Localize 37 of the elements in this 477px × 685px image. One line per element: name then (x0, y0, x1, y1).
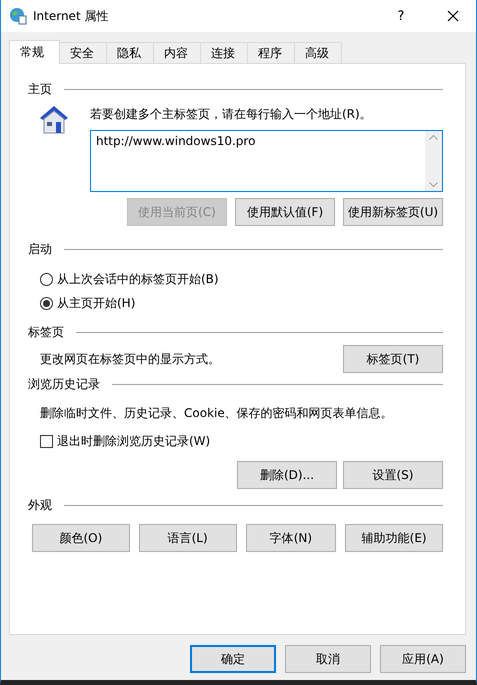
group-heading: 浏览历史记录 (28, 376, 100, 392)
globe-icon (9, 7, 27, 25)
radio-label: 从主页开始(H) (57, 294, 136, 312)
dialog-button[interactable]: 取消 (285, 645, 371, 673)
checkbox[interactable] (40, 434, 53, 448)
appearance-button[interactable]: 颜色(O) (32, 524, 130, 552)
group-heading: 标签页 (28, 324, 64, 340)
description-text: 删除临时文件、历史记录、Cookie、保存的密码和网页表单信息。 (40, 405, 394, 422)
scrollbar[interactable] (425, 131, 442, 191)
radio-label: 从上次会话中的标签页开始(B) (57, 270, 219, 288)
appearance-button[interactable]: 字体(N) (246, 524, 336, 552)
tab[interactable]: 高级 (294, 42, 342, 64)
group-heading: 外观 (28, 496, 52, 514)
scroll-down-icon (429, 182, 438, 187)
instruction-text: 若要创建多个主标签页，请在每行输入一个地址(R)。 (90, 106, 373, 123)
appearance-button[interactable]: 辅助功能(E) (345, 524, 444, 552)
help-button[interactable]: ? (378, 0, 424, 32)
tabs-button[interactable]: 标签页(T) (343, 345, 443, 373)
radio-button[interactable] (40, 272, 53, 286)
scroll-up-icon (429, 135, 438, 140)
tab[interactable]: 常规 (9, 40, 60, 64)
dialog-button[interactable]: 确定 (190, 645, 276, 673)
group-heading: 启动 (28, 240, 52, 258)
history-button[interactable]: 删除(D)... (237, 461, 337, 489)
checkbox-label: 退出时删除浏览历史记录(W) (57, 432, 210, 450)
home-page-button[interactable]: 使用新标签页(U) (343, 198, 443, 226)
description-text: 更改网页在标签页中的显示方式。 (40, 351, 220, 368)
dialog-button[interactable]: 应用(A) (380, 645, 466, 673)
house-icon (38, 104, 70, 134)
close-icon (447, 10, 459, 22)
window-title: Internet 属性 (33, 8, 110, 24)
history-button[interactable]: 设置(S) (343, 461, 443, 489)
radio-button[interactable] (40, 296, 53, 310)
address-field[interactable]: http://www.windows10.pro (90, 130, 443, 192)
home-page-button[interactable]: 使用默认值(F) (235, 198, 335, 226)
appearance-button[interactable]: 语言(L) (138, 524, 236, 552)
group-heading: 主页 (28, 80, 52, 98)
